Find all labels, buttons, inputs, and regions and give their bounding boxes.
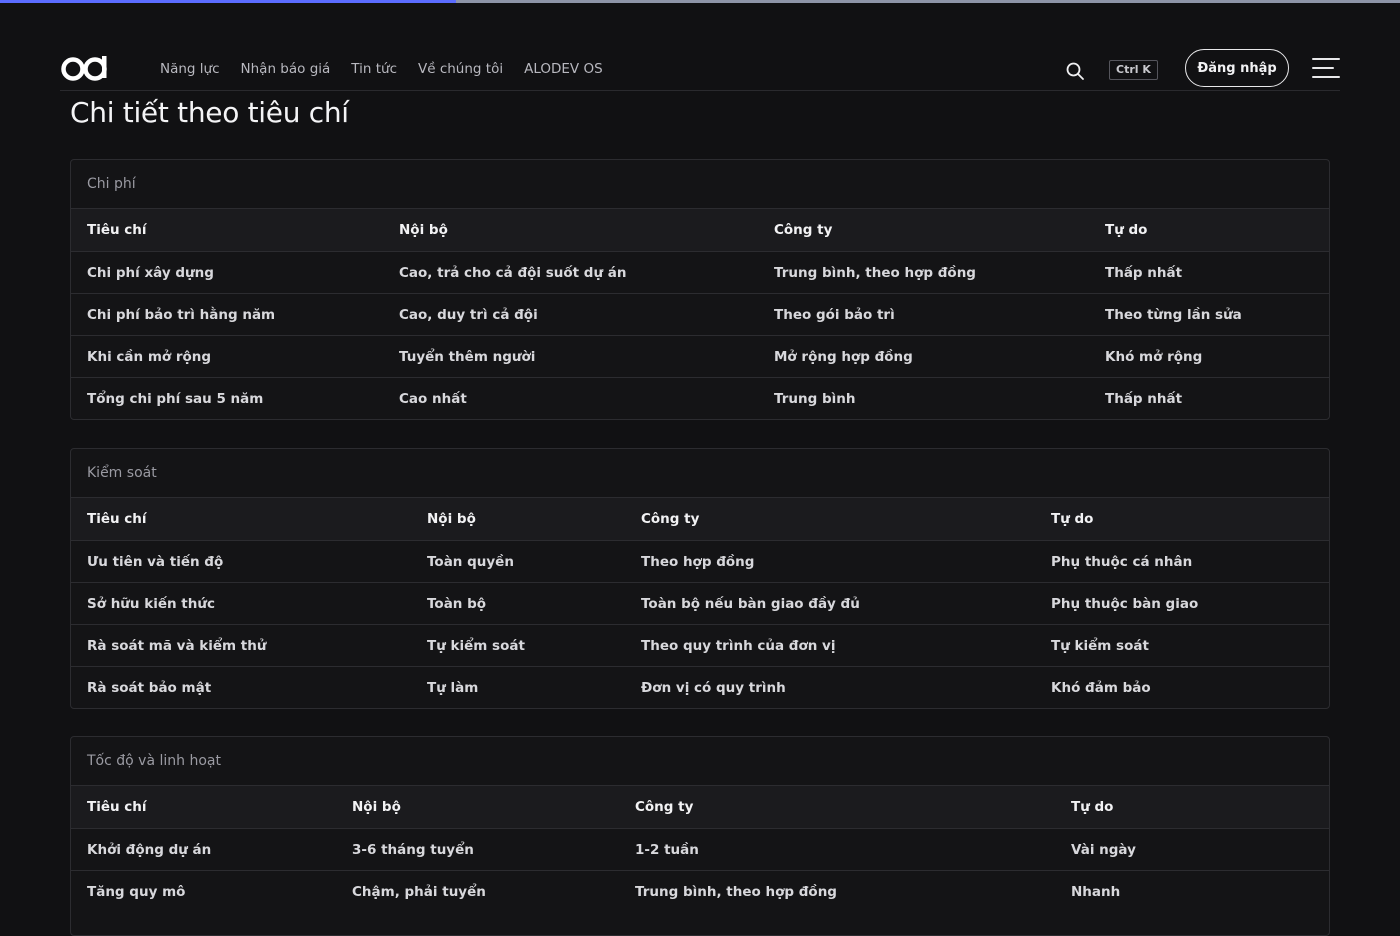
nav-item-capabilities[interactable]: Năng lực bbox=[160, 61, 220, 77]
table-cell: Theo hợp đồng bbox=[625, 540, 1035, 583]
table-cell: Khi cần mở rộng bbox=[71, 335, 383, 378]
nav-item-quote[interactable]: Nhận báo giá bbox=[241, 61, 331, 77]
table-cell: Rà soát mã và kiểm thử bbox=[71, 624, 411, 667]
table-cell: Cao, duy trì cả đội bbox=[383, 293, 758, 336]
table-cell: Trung bình, theo hợp đồng bbox=[758, 251, 1089, 294]
table-row: Khởi động dự án 3-6 tháng tuyển 1-2 tuần… bbox=[71, 828, 1329, 871]
table-row: Chi phí xây dựng Cao, trả cho cả đội suố… bbox=[71, 251, 1329, 294]
table-cell: Khó đảm bảo bbox=[1035, 666, 1329, 708]
column-header: Công ty bbox=[625, 497, 1035, 541]
column-header: Tự do bbox=[1035, 497, 1329, 541]
table-cell: 1-2 tuần bbox=[619, 828, 1055, 871]
table-cell: Trung bình bbox=[758, 377, 1089, 419]
column-header: Tiêu chí bbox=[71, 208, 383, 252]
table-cell: Toàn bộ nếu bàn giao đầy đủ bbox=[625, 582, 1035, 625]
table-header-row: Tiêu chí Nội bộ Công ty Tự do bbox=[71, 208, 1329, 252]
table-cell: Theo quy trình của đơn vị bbox=[625, 624, 1035, 667]
criteria-card-speed: Tốc độ và linh hoạt Tiêu chí Nội bộ Công… bbox=[70, 736, 1330, 936]
table-cell: Sở hữu kiến thức bbox=[71, 582, 411, 625]
table-cell: Cao, trả cho cả đội suốt dự án bbox=[383, 251, 758, 294]
criteria-table: Tiêu chí Nội bộ Công ty Tự do Chi phí xâ… bbox=[71, 208, 1329, 419]
table-cell: Rà soát bảo mật bbox=[71, 666, 411, 708]
hamburger-menu-icon[interactable] bbox=[1312, 58, 1340, 80]
table-cell: Tự kiểm soát bbox=[1035, 624, 1329, 667]
main-nav: Năng lực Nhận báo giá Tin tức Về chúng t… bbox=[160, 61, 624, 77]
table-cell: Chi phí xây dựng bbox=[71, 251, 383, 294]
table-cell: Tuyển thêm người bbox=[383, 335, 758, 378]
criteria-table: Tiêu chí Nội bộ Công ty Tự do Ưu tiên và… bbox=[71, 497, 1329, 708]
login-button[interactable]: Đăng nhập bbox=[1185, 49, 1289, 87]
table-cell: Theo từng lần sửa bbox=[1089, 293, 1329, 336]
table-header-row: Tiêu chí Nội bộ Công ty Tự do bbox=[71, 497, 1329, 541]
table-cell: Tự kiểm soát bbox=[411, 624, 625, 667]
scroll-progress-fill bbox=[0, 0, 456, 3]
table-cell: Phụ thuộc bàn giao bbox=[1035, 582, 1329, 625]
table-row: Tăng quy mô Chậm, phải tuyển Trung bình,… bbox=[71, 870, 1329, 912]
table-cell: Ưu tiên và tiến độ bbox=[71, 540, 411, 583]
search-icon[interactable] bbox=[1064, 60, 1086, 82]
nav-item-about[interactable]: Về chúng tôi bbox=[418, 61, 503, 77]
site-header: Năng lực Nhận báo giá Tin tức Về chúng t… bbox=[60, 40, 1340, 91]
table-cell: 3-6 tháng tuyển bbox=[336, 828, 619, 871]
column-header: Công ty bbox=[619, 785, 1055, 829]
table-cell: Chậm, phải tuyển bbox=[336, 870, 619, 912]
nav-item-news[interactable]: Tin tức bbox=[351, 61, 397, 77]
table-row: Tổng chi phí sau 5 năm Cao nhất Trung bì… bbox=[71, 377, 1329, 419]
table-cell: Tổng chi phí sau 5 năm bbox=[71, 377, 383, 419]
table-cell: Trung bình, theo hợp đồng bbox=[619, 870, 1055, 912]
table-cell: Thấp nhất bbox=[1089, 377, 1329, 419]
table-row: Rà soát mã và kiểm thử Tự kiểm soát Theo… bbox=[71, 624, 1329, 667]
scroll-progress-bar bbox=[0, 0, 1400, 3]
column-header: Nội bộ bbox=[336, 785, 619, 829]
table-cell: Toàn quyền bbox=[411, 540, 625, 583]
logo-icon[interactable] bbox=[60, 54, 110, 84]
table-cell: Mở rộng hợp đồng bbox=[758, 335, 1089, 378]
card-title: Kiểm soát bbox=[87, 465, 157, 481]
table-cell: Khó mở rộng bbox=[1089, 335, 1329, 378]
table-cell: Phụ thuộc cá nhân bbox=[1035, 540, 1329, 583]
criteria-table: Tiêu chí Nội bộ Công ty Tự do Khởi động … bbox=[71, 785, 1329, 912]
column-header: Nội bộ bbox=[411, 497, 625, 541]
card-title: Chi phí bbox=[87, 176, 136, 192]
column-header: Nội bộ bbox=[383, 208, 758, 252]
criteria-card-cost: Chi phí Tiêu chí Nội bộ Công ty Tự do Ch… bbox=[70, 159, 1330, 420]
table-cell: Đơn vị có quy trình bbox=[625, 666, 1035, 708]
column-header: Công ty bbox=[758, 208, 1089, 252]
criteria-card-control: Kiểm soát Tiêu chí Nội bộ Công ty Tự do … bbox=[70, 448, 1330, 709]
column-header: Tiêu chí bbox=[71, 785, 336, 829]
column-header: Tự do bbox=[1055, 785, 1329, 829]
table-row: Khi cần mở rộng Tuyển thêm người Mở rộng… bbox=[71, 335, 1329, 378]
table-cell: Tăng quy mô bbox=[71, 870, 336, 912]
search-shortcut-badge: Ctrl K bbox=[1109, 60, 1158, 80]
card-title: Tốc độ và linh hoạt bbox=[87, 753, 221, 769]
table-row: Chi phí bảo trì hằng năm Cao, duy trì cả… bbox=[71, 293, 1329, 336]
column-header: Tự do bbox=[1089, 208, 1329, 252]
table-cell: Nhanh bbox=[1055, 870, 1329, 912]
table-row: Sở hữu kiến thức Toàn bộ Toàn bộ nếu bàn… bbox=[71, 582, 1329, 625]
table-header-row: Tiêu chí Nội bộ Công ty Tự do bbox=[71, 785, 1329, 829]
column-header: Tiêu chí bbox=[71, 497, 411, 541]
table-cell: Cao nhất bbox=[383, 377, 758, 419]
nav-item-alodev-os[interactable]: ALODEV OS bbox=[524, 61, 603, 77]
table-row: Ưu tiên và tiến độ Toàn quyền Theo hợp đ… bbox=[71, 540, 1329, 583]
table-cell: Thấp nhất bbox=[1089, 251, 1329, 294]
table-cell: Vài ngày bbox=[1055, 828, 1329, 871]
table-cell: Khởi động dự án bbox=[71, 828, 336, 871]
table-cell: Chi phí bảo trì hằng năm bbox=[71, 293, 383, 336]
table-row: Rà soát bảo mật Tự làm Đơn vị có quy trì… bbox=[71, 666, 1329, 708]
table-cell: Tự làm bbox=[411, 666, 625, 708]
page-title: Chi tiết theo tiêu chí bbox=[70, 96, 349, 129]
table-cell: Theo gói bảo trì bbox=[758, 293, 1089, 336]
table-cell: Toàn bộ bbox=[411, 582, 625, 625]
